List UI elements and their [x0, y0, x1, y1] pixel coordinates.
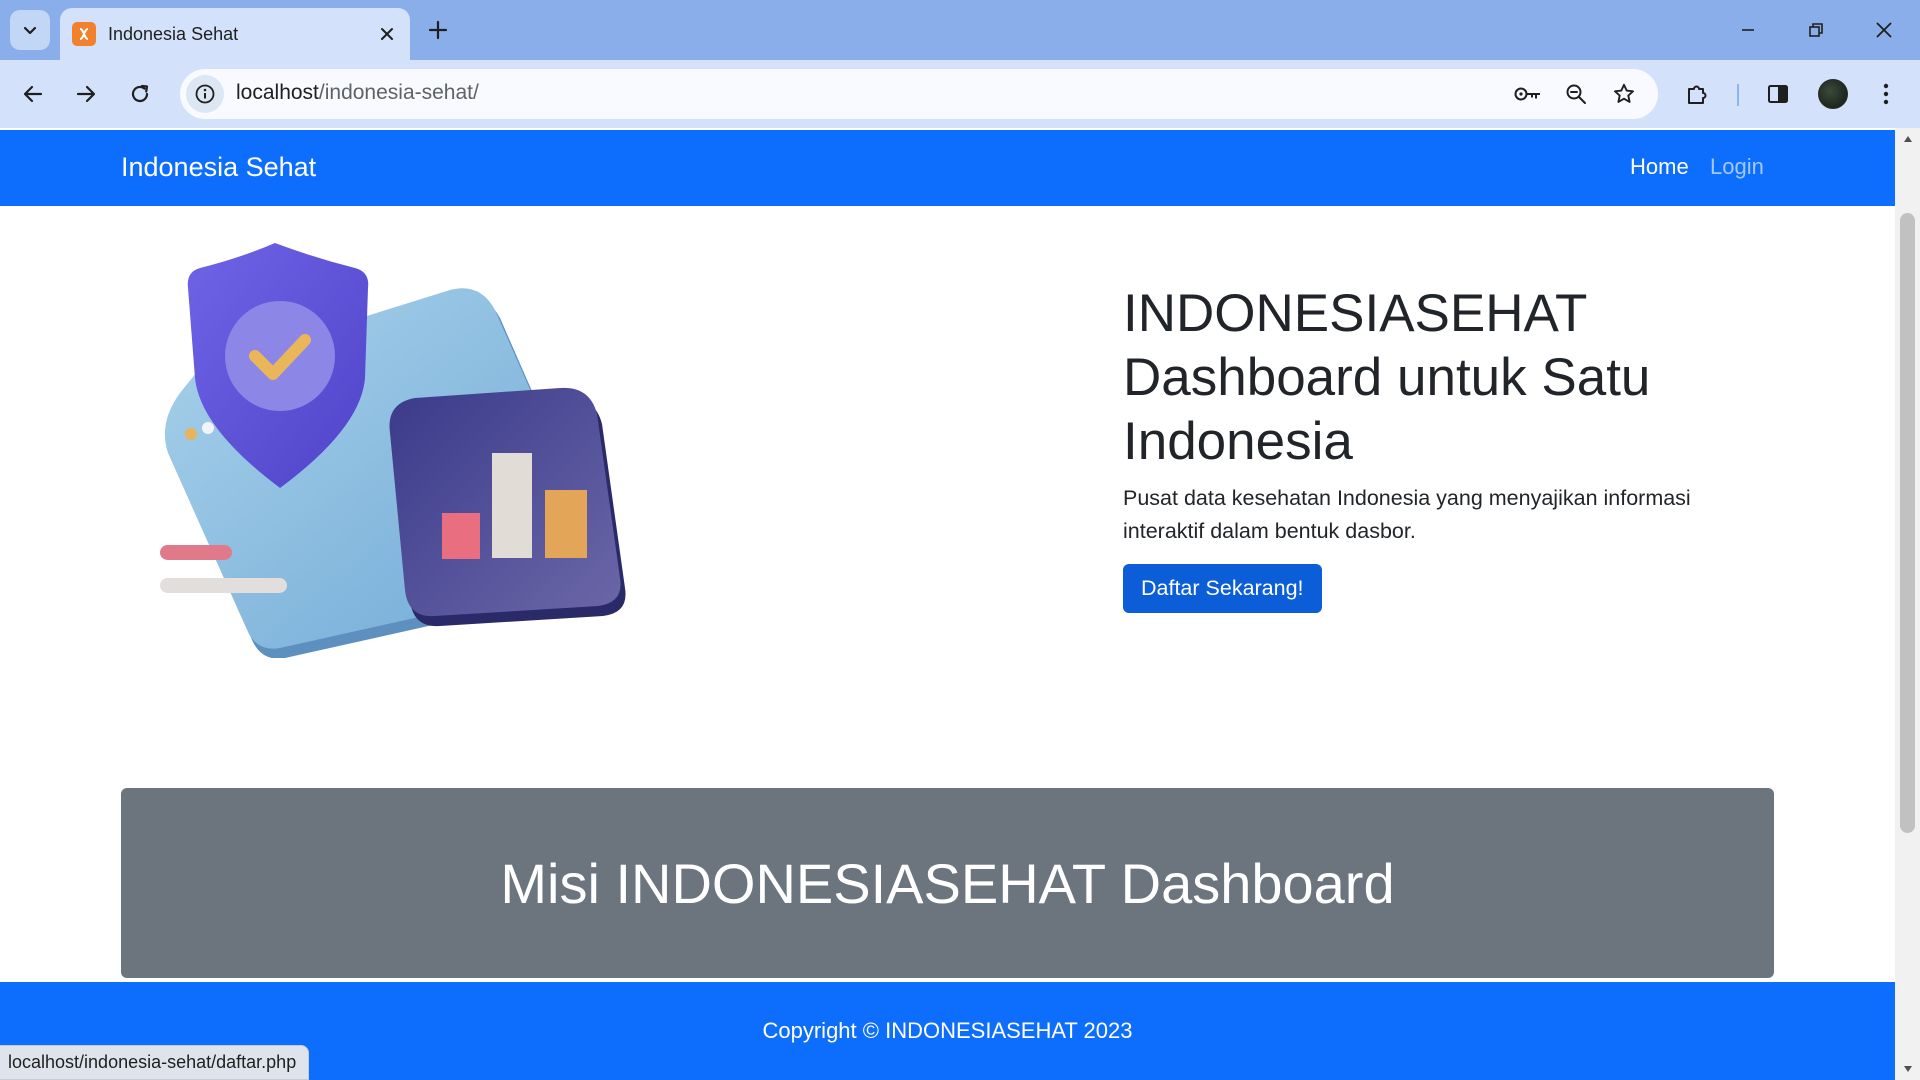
reload-icon — [131, 84, 149, 103]
reload-button[interactable] — [120, 74, 160, 114]
password-button[interactable] — [1512, 78, 1544, 110]
triangle-up-icon — [1903, 136, 1912, 142]
toolbar-divider — [1737, 84, 1739, 106]
avatar — [1818, 79, 1848, 109]
browser-tabstrip: Indonesia Sehat — [0, 0, 1920, 60]
shield-badge — [225, 301, 335, 411]
browser-toolbar: localhost/indonesia-sehat/ — [0, 60, 1920, 128]
register-now-button[interactable]: Daftar Sekarang! — [1123, 564, 1322, 613]
restore-button[interactable] — [1782, 0, 1850, 60]
bar-white — [492, 453, 532, 558]
minimize-button[interactable] — [1714, 0, 1782, 60]
profile-button[interactable] — [1813, 74, 1853, 114]
close-icon — [1876, 22, 1892, 38]
page-scrollbar[interactable] — [1895, 128, 1920, 1080]
card-dot — [185, 428, 197, 440]
footer-copyright: Copyright © INDONESIASEHAT 2023 — [762, 1018, 1133, 1043]
arrow-right-icon — [76, 85, 96, 103]
scroll-up-arrow[interactable] — [1895, 128, 1920, 150]
info-icon — [195, 84, 215, 104]
hero-title: INDONESIASEHAT Dashboard untuk Satu Indo… — [1123, 284, 1651, 471]
key-icon — [1514, 87, 1540, 101]
browser-tab[interactable]: Indonesia Sehat — [60, 8, 410, 60]
window-close-button[interactable] — [1850, 0, 1918, 60]
triangle-down-icon — [1903, 1066, 1912, 1072]
nav-link-home[interactable]: Home — [1630, 154, 1689, 180]
scrollbar-thumb[interactable] — [1900, 213, 1915, 833]
card-line-pink — [160, 545, 232, 560]
tab-close-button[interactable] — [372, 19, 402, 49]
hero-illustration — [160, 243, 626, 658]
card-dot — [202, 422, 214, 434]
bar-pink — [442, 513, 480, 559]
hero-description: Pusat data kesehatan Indonesia yang meny… — [1123, 486, 1691, 543]
side-panel-button[interactable] — [1758, 74, 1798, 114]
nav-link-login[interactable]: Login — [1710, 154, 1764, 180]
url-path: /indonesia-sehat/ — [318, 81, 479, 104]
url-text: localhost/indonesia-sehat/ — [236, 81, 479, 105]
site-navbar: Indonesia Sehat Home Login — [0, 130, 1895, 206]
extensions-button[interactable] — [1678, 74, 1718, 114]
zoom-icon — [1566, 84, 1586, 104]
star-icon — [1614, 83, 1634, 103]
forward-button[interactable] — [66, 74, 106, 114]
kebab-menu-icon — [1883, 83, 1889, 105]
arrow-left-icon — [23, 85, 43, 103]
url-host: localhost — [236, 81, 319, 104]
restore-icon — [1809, 23, 1823, 37]
scroll-down-arrow[interactable] — [1895, 1058, 1920, 1080]
minimize-icon — [1742, 29, 1754, 31]
zoom-button[interactable] — [1560, 78, 1592, 110]
side-panel-icon — [1768, 85, 1788, 103]
chevron-down-icon — [23, 26, 37, 35]
back-button[interactable] — [13, 74, 53, 114]
mission-title: Misi INDONESIASEHAT Dashboard — [500, 851, 1395, 915]
puzzle-icon — [1688, 85, 1707, 104]
close-icon — [381, 28, 393, 40]
page-viewport: Indonesia Sehat Home Login INDONESIASEHA… — [0, 128, 1895, 1080]
tab-search-button[interactable] — [10, 10, 50, 50]
browser-menu-button[interactable] — [1866, 74, 1906, 114]
new-tab-button[interactable] — [422, 14, 454, 46]
mission-banner: Misi INDONESIASEHAT Dashboard — [121, 788, 1774, 978]
link-status-bubble: localhost/indonesia-sehat/daftar.php — [0, 1045, 310, 1080]
hero-section: INDONESIASEHAT Dashboard untuk Satu Indo… — [1123, 282, 1743, 613]
address-bar[interactable]: localhost/indonesia-sehat/ — [180, 69, 1658, 119]
navbar-brand[interactable]: Indonesia Sehat — [121, 152, 316, 183]
card-line-grey — [160, 578, 287, 593]
bar-yellow — [545, 490, 587, 558]
site-info-button[interactable] — [186, 75, 224, 113]
tab-title: Indonesia Sehat — [108, 23, 239, 44]
xampp-icon — [72, 22, 96, 46]
bookmark-button[interactable] — [1608, 78, 1640, 110]
plus-icon — [428, 20, 448, 40]
